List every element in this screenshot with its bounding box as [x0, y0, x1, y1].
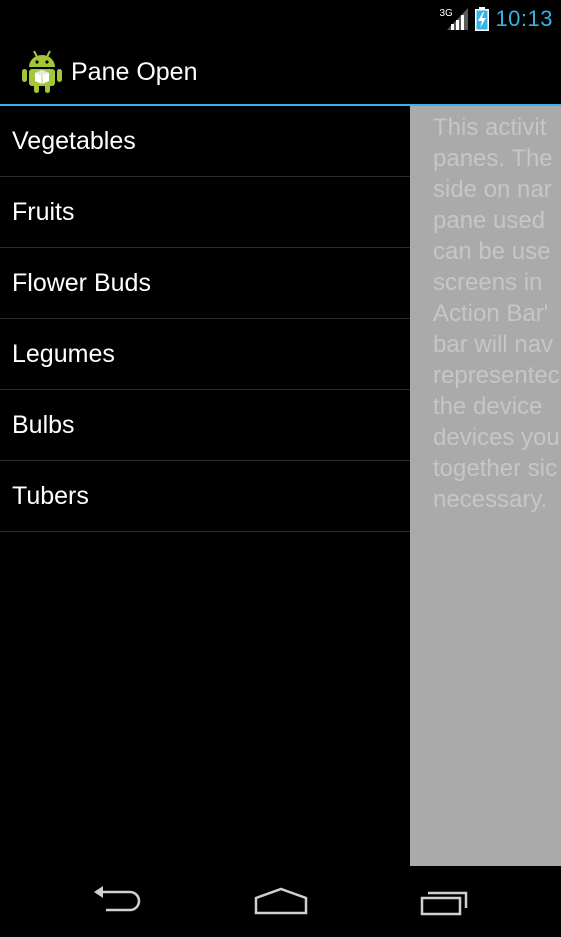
content-line: devices you	[433, 424, 560, 451]
android-app-icon[interactable]	[20, 48, 64, 94]
status-icons: 3G 10:13	[439, 0, 553, 38]
signal-icon: 3G	[439, 6, 469, 32]
list-item-bulbs[interactable]: Bulbs	[0, 390, 410, 461]
content-pane[interactable]: This activit panes. The side on nar pane…	[410, 106, 561, 866]
list-item-fruits[interactable]: Fruits	[0, 177, 410, 248]
content-line: screens in	[433, 269, 543, 296]
recents-icon[interactable]	[418, 884, 474, 923]
back-icon[interactable]	[90, 884, 144, 923]
content-line: together sic	[433, 455, 558, 482]
content-line: representec	[433, 362, 560, 389]
list-item-tubers[interactable]: Tubers	[0, 461, 410, 532]
list-item-flower-buds[interactable]: Flower Buds	[0, 248, 410, 319]
content-line: bar will nav	[433, 331, 554, 358]
content-line: Action Bar'	[433, 300, 549, 327]
system-nav-bar	[0, 866, 561, 937]
content-line: can be use	[433, 238, 551, 265]
list-item-legumes[interactable]: Legumes	[0, 319, 410, 390]
category-list: Vegetables Fruits Flower Buds Legumes Bu…	[0, 106, 410, 866]
content-line: necessary.	[433, 486, 548, 513]
network-type-label: 3G	[439, 8, 453, 19]
content-line: side on nar	[433, 176, 552, 203]
home-icon[interactable]	[252, 884, 310, 923]
content-line: This activit	[433, 114, 547, 141]
content-line: panes. The	[433, 145, 553, 172]
page-title: Pane Open	[71, 58, 198, 86]
battery-charging-icon	[475, 7, 490, 31]
content-line: the device	[433, 393, 543, 420]
action-bar: Pane Open	[0, 38, 561, 106]
content-line: pane used	[433, 207, 546, 234]
clock: 10:13	[495, 6, 553, 31]
content-text: This activit panes. The side on nar pane…	[433, 112, 561, 515]
list-item-vegetables[interactable]: Vegetables	[0, 106, 410, 177]
status-bar: 3G 10:13	[0, 0, 561, 38]
